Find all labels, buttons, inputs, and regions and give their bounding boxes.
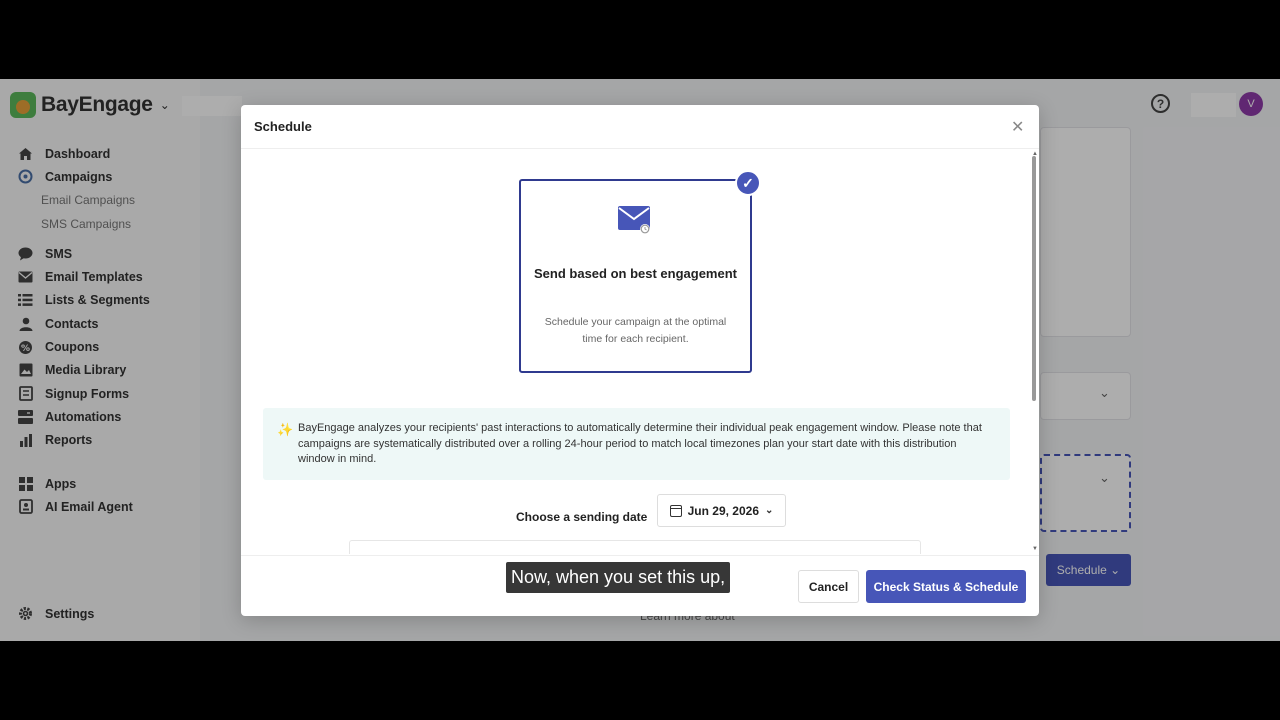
- modal-body: Send based on best engagement Schedule y…: [241, 150, 1039, 554]
- mail-clock-icon: [618, 206, 650, 234]
- app-screen: BayEngage ⌄ Dashboard Campaigns Email Ca…: [0, 79, 1280, 641]
- scrollbar[interactable]: [1031, 152, 1037, 553]
- schedule-modal: Schedule ✕ Send based on best engagement…: [241, 105, 1039, 616]
- date-value: Jun 29, 2026: [687, 503, 759, 518]
- scroll-up-arrow-icon[interactable]: ▲: [1032, 151, 1038, 157]
- chevron-down-icon: ⌄: [765, 505, 774, 516]
- close-icon[interactable]: ✕: [1011, 117, 1024, 137]
- next-section-panel: [349, 540, 921, 554]
- option-description: Schedule your campaign at the optimal ti…: [544, 316, 727, 345]
- info-text: BayEngage analyzes your recipients' past…: [298, 422, 982, 465]
- video-caption: Now, when you set this up,: [506, 562, 731, 593]
- cancel-button[interactable]: Cancel: [798, 570, 859, 603]
- modal-title: Schedule: [241, 105, 1039, 149]
- check-icon: ✓: [735, 170, 761, 196]
- check-status-schedule-button[interactable]: Check Status & Schedule: [866, 570, 1026, 603]
- calendar-icon: [669, 504, 682, 517]
- scrollbar-thumb[interactable]: [1032, 156, 1036, 401]
- date-picker[interactable]: Jun 29, 2026 ⌄: [657, 494, 786, 527]
- info-notice: ✨ BayEngage analyzes your recipients' pa…: [263, 408, 1010, 480]
- scroll-down-arrow-icon[interactable]: ▼: [1032, 546, 1038, 552]
- date-label: Choose a sending date: [516, 510, 648, 524]
- magic-wand-icon: ✨: [277, 422, 294, 437]
- option-best-engagement[interactable]: Send based on best engagement Schedule y…: [519, 179, 752, 373]
- option-title: Send based on best engagement: [534, 266, 737, 281]
